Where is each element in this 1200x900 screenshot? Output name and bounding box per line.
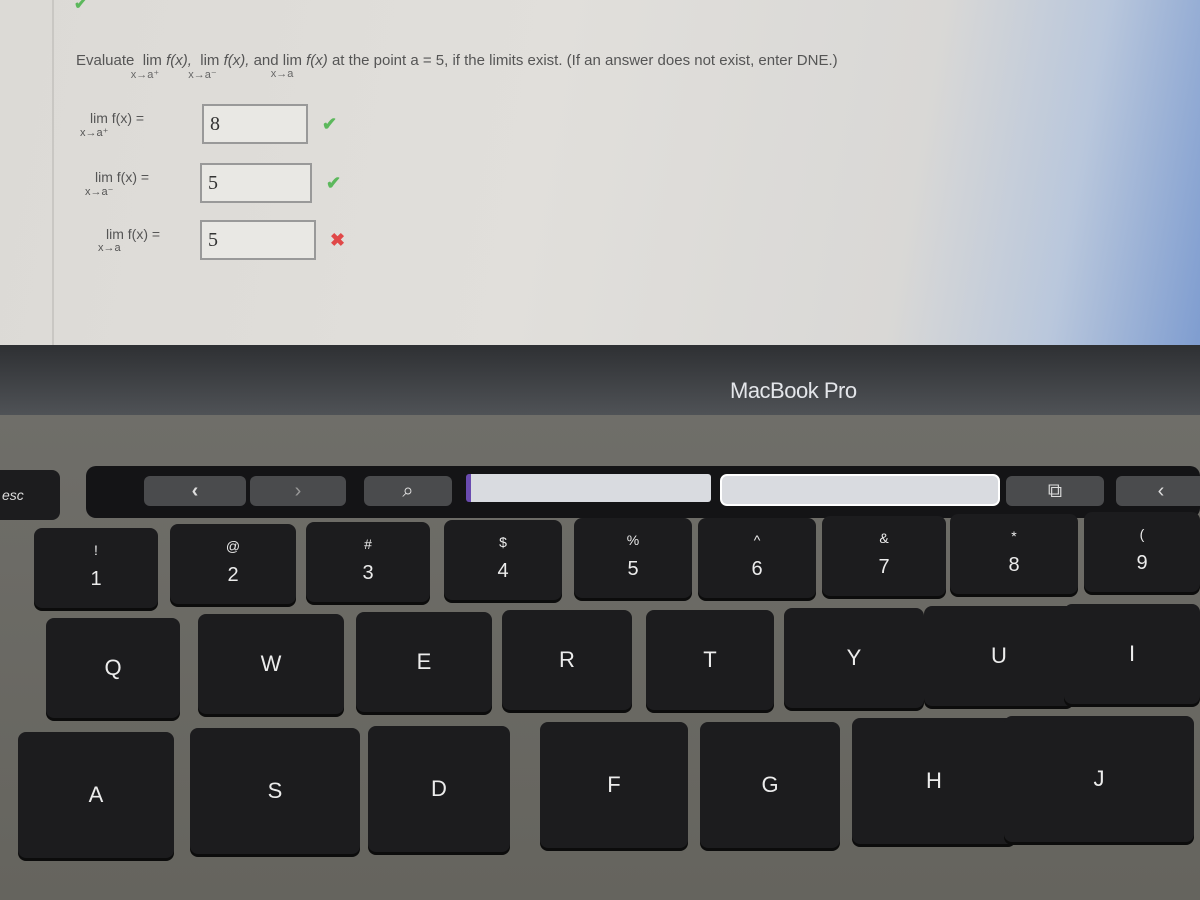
- key-4[interactable]: $4: [444, 520, 562, 600]
- search-icon[interactable]: ⌕: [364, 476, 452, 506]
- question-text: Evaluate lim x→a⁺ f(x), lim x→a⁻ f(x), and…: [76, 52, 838, 81]
- key-8[interactable]: * 8: [950, 514, 1078, 594]
- incorrect-x-icon: ✖: [330, 229, 346, 250]
- device-brand-label: MacBook Pro: [730, 378, 857, 403]
- key-y[interactable]: Y: [784, 608, 924, 708]
- key-w[interactable]: W: [198, 614, 344, 714]
- key-5[interactable]: % 5: [574, 518, 692, 598]
- key-q[interactable]: Q: [46, 618, 180, 718]
- correct-check-icon: ✔: [322, 113, 338, 134]
- key-9[interactable]: (9: [1084, 512, 1200, 592]
- screen-bezel: [0, 345, 1200, 415]
- key-a[interactable]: A: [18, 732, 174, 858]
- answer-label: lim f(x) =: [90, 110, 145, 126]
- answer-label: lim f(x) =: [95, 169, 150, 185]
- touch-bar: ‹ › ⌕ ⧉ ‹: [86, 466, 1200, 518]
- key-u[interactable]: U: [924, 606, 1074, 706]
- key-7[interactable]: & 7: [822, 516, 946, 596]
- correct-check-icon: ✔: [326, 172, 342, 193]
- tab-preview-selected[interactable]: [720, 474, 1000, 506]
- answer-row-two-sided-limit: lim f(x) = x→a 5 ✖: [80, 220, 345, 260]
- key-6[interactable]: ^ 6: [698, 518, 816, 598]
- key-e[interactable]: E: [356, 612, 492, 712]
- key-j[interactable]: J: [1004, 716, 1194, 842]
- answer-row-left-limit: lim f(x) = x→a⁻ 5 ✔: [80, 163, 341, 203]
- key-s[interactable]: S: [190, 728, 360, 854]
- page-border: [52, 0, 54, 345]
- collapse-arrow-icon[interactable]: ‹: [1116, 476, 1200, 506]
- key-i[interactable]: I: [1064, 604, 1200, 704]
- key-1[interactable]: ! 1: [34, 528, 158, 608]
- tab-preview[interactable]: [466, 474, 711, 502]
- key-r[interactable]: R: [502, 610, 632, 710]
- answer-input-two-sided-limit[interactable]: 5: [200, 220, 316, 260]
- key-d[interactable]: D: [368, 726, 510, 852]
- key-3[interactable]: #3: [306, 522, 430, 602]
- key-g[interactable]: G: [700, 722, 840, 848]
- new-tab-icon[interactable]: ⧉: [1006, 476, 1104, 506]
- answer-input-right-limit[interactable]: 8: [202, 104, 308, 144]
- key-f[interactable]: F: [540, 722, 688, 848]
- key-h[interactable]: H: [852, 718, 1016, 844]
- esc-key[interactable]: esc: [0, 470, 60, 520]
- answer-label: lim f(x) =: [106, 226, 161, 242]
- forward-arrow-icon[interactable]: ›: [250, 476, 346, 506]
- laptop-screen: ✔ Evaluate lim x→a⁺ f(x), lim x→a⁻ f(x), a…: [0, 0, 1200, 345]
- key-t[interactable]: T: [646, 610, 774, 710]
- answer-row-right-limit: lim f(x) = x→a⁺ 8 ✔: [80, 104, 337, 144]
- check-icon: ✔: [74, 0, 88, 13]
- answer-input-left-limit[interactable]: 5: [200, 163, 312, 203]
- back-arrow-icon[interactable]: ‹: [144, 476, 246, 506]
- key-2[interactable]: @2: [170, 524, 296, 604]
